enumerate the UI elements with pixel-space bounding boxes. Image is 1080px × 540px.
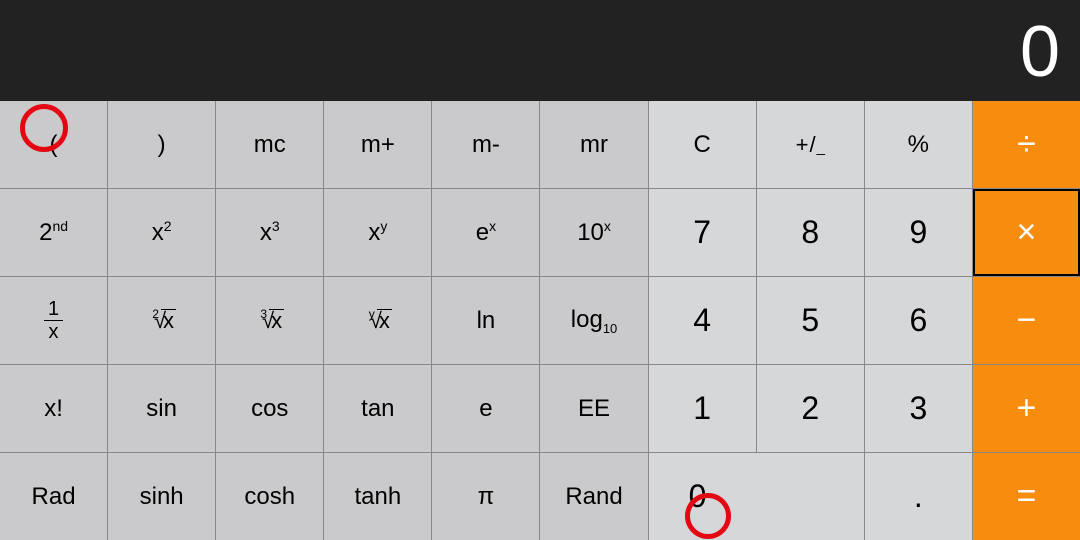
e-power-x-button[interactable]: ex [432,189,539,276]
euler-e-button[interactable]: e [432,365,539,452]
random-button[interactable]: Rand [540,453,647,540]
memory-clear-button[interactable]: mc [216,101,323,188]
digit-8-button[interactable]: 8 [757,189,864,276]
x-cubed-button[interactable]: x3 [216,189,323,276]
y-root-button[interactable]: y√x [324,277,431,364]
digit-6-button[interactable]: 6 [865,277,972,364]
square-root-button[interactable]: 2√x [108,277,215,364]
radians-toggle-button[interactable]: Rad [0,453,107,540]
memory-recall-button[interactable]: mr [540,101,647,188]
ten-power-x-button[interactable]: 10x [540,189,647,276]
keypad: ( ) mc m+ m- mr C +/_ % ÷ 2nd x2 x3 xy e… [0,101,1080,540]
factorial-button[interactable]: x! [0,365,107,452]
tan-button[interactable]: tan [324,365,431,452]
second-functions-button[interactable]: 2nd [0,189,107,276]
digit-4-button[interactable]: 4 [649,277,756,364]
calculator-app: 0 ( ) mc m+ m- mr C +/_ % ÷ 2nd x2 x3 xy [0,0,1080,540]
sin-button[interactable]: sin [108,365,215,452]
decimal-point-button[interactable]: . [865,453,972,540]
digit-1-button[interactable]: 1 [649,365,756,452]
natural-log-button[interactable]: ln [432,277,539,364]
divide-button[interactable]: ÷ [973,101,1080,188]
x-squared-button[interactable]: x2 [108,189,215,276]
pi-button[interactable]: π [432,453,539,540]
cosh-button[interactable]: cosh [216,453,323,540]
digit-3-button[interactable]: 3 [865,365,972,452]
clear-button[interactable]: C [649,101,756,188]
equals-button[interactable]: = [973,453,1080,540]
x-power-y-button[interactable]: xy [324,189,431,276]
display: 0 [0,0,1080,101]
digit-9-button[interactable]: 9 [865,189,972,276]
ee-button[interactable]: EE [540,365,647,452]
minus-button[interactable]: − [973,277,1080,364]
log10-button[interactable]: log10 [540,277,647,364]
close-paren-button[interactable]: ) [108,101,215,188]
multiply-button[interactable]: × [973,189,1080,276]
cos-button[interactable]: cos [216,365,323,452]
sign-toggle-button[interactable]: +/_ [757,101,864,188]
display-value: 0 [1020,11,1060,93]
percent-button[interactable]: % [865,101,972,188]
digit-0-button[interactable]: 0 [649,453,864,540]
open-paren-button[interactable]: ( [0,101,107,188]
reciprocal-button[interactable]: 1x [0,277,107,364]
tanh-button[interactable]: tanh [324,453,431,540]
memory-add-button[interactable]: m+ [324,101,431,188]
digit-7-button[interactable]: 7 [649,189,756,276]
plus-button[interactable]: + [973,365,1080,452]
digit-2-button[interactable]: 2 [757,365,864,452]
sinh-button[interactable]: sinh [108,453,215,540]
digit-5-button[interactable]: 5 [757,277,864,364]
memory-subtract-button[interactable]: m- [432,101,539,188]
cube-root-button[interactable]: 3√x [216,277,323,364]
